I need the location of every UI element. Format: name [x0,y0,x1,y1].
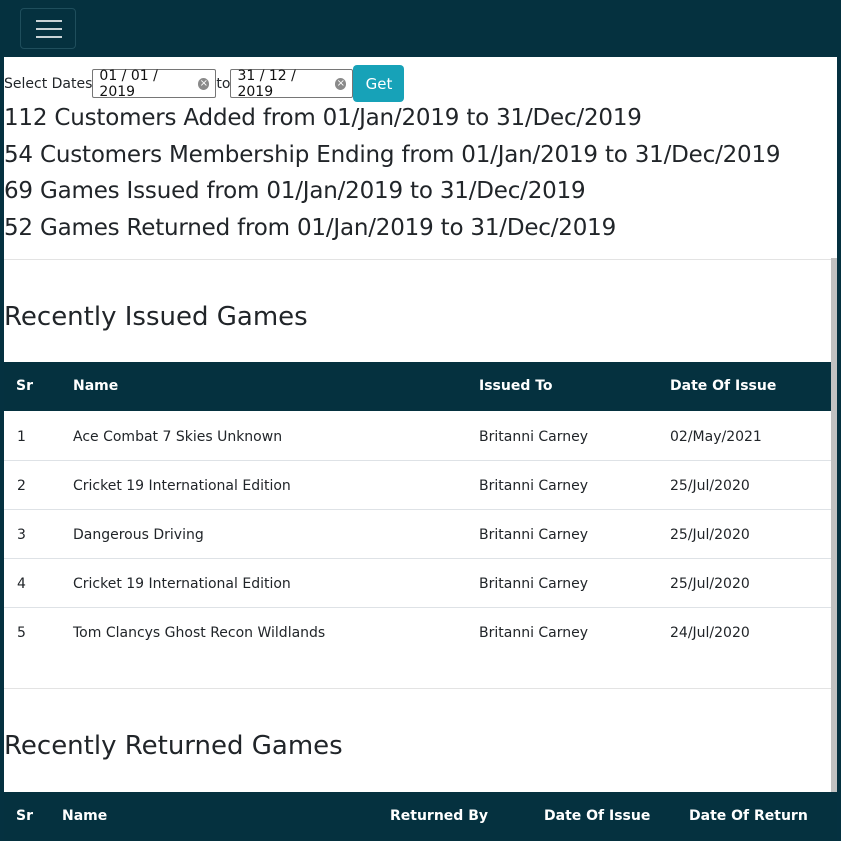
table-row: 1 Ace Combat 7 Skies Unknown Britanni Ca… [4,412,837,461]
cell-issued-to: Britanni Carney [479,478,589,494]
col-issued-to: Issued To [479,378,553,394]
from-date-value: 01 / 01 / 2019 [99,67,158,100]
cell-issued-to: Britanni Carney [479,576,589,592]
main-content: Select Dates 01 / 01 / 2019 × to 31 / 12… [4,57,837,841]
cell-date: 25/Jul/2020 [670,576,750,592]
col-date-of-return: Date Of Return [689,808,808,824]
get-button[interactable]: Get [353,65,405,102]
select-dates-label: Select Dates [4,75,93,92]
menu-icon [36,28,62,30]
col-name: Name [62,808,108,824]
top-navbar [0,0,841,57]
returned-section-title: Recently Returned Games [4,731,343,761]
issued-table-header: Sr Name Issued To Date Of Issue [4,362,837,411]
stat-membership-ending: 54 Customers Membership Ending from 01/J… [4,142,781,168]
cell-sr: 5 [17,625,26,641]
cell-name: Tom Clancys Ghost Recon Wildlands [73,625,326,641]
cell-issued-to: Britanni Carney [479,429,589,445]
stat-games-issued: 69 Games Issued from 01/Jan/2019 to 31/D… [4,178,586,204]
cell-sr: 2 [17,478,26,494]
cell-name: Ace Combat 7 Skies Unknown [73,429,283,445]
table-row: 5 Tom Clancys Ghost Recon Wildlands Brit… [4,608,837,657]
date-filter: Select Dates 01 / 01 / 2019 × to 31 / 12… [4,65,405,102]
cell-date: 02/May/2021 [670,429,762,445]
divider [4,688,837,689]
divider [4,259,837,260]
cell-issued-to: Britanni Carney [479,527,589,543]
menu-icon [36,20,62,22]
issued-section-title: Recently Issued Games [4,302,308,332]
to-date-value: 31 / 12 / 2019 [237,67,296,100]
stat-games-returned: 52 Games Returned from 01/Jan/2019 to 31… [4,215,617,241]
col-returned-by: Returned By [390,808,488,824]
cell-name: Cricket 19 International Edition [73,576,291,592]
cell-sr: 1 [17,429,26,445]
cell-name: Dangerous Driving [73,527,204,543]
stat-customers-added: 112 Customers Added from 01/Jan/2019 to … [4,105,642,131]
table-row: 2 Cricket 19 International Edition Brita… [4,461,837,510]
cell-date: 25/Jul/2020 [670,478,750,494]
col-date-of-issue: Date Of Issue [670,378,777,394]
clear-icon[interactable]: × [335,77,347,90]
cell-issued-to: Britanni Carney [479,625,589,641]
col-name: Name [73,378,119,394]
clear-icon[interactable]: × [198,77,210,90]
table-row: 4 Cricket 19 International Edition Brita… [4,559,837,608]
menu-icon [36,36,62,38]
cell-sr: 4 [17,576,26,592]
from-date-input[interactable]: 01 / 01 / 2019 × [92,67,217,100]
cell-date: 25/Jul/2020 [670,527,750,543]
cell-date: 24/Jul/2020 [670,625,750,641]
cell-sr: 3 [17,527,26,543]
to-label: to [216,75,231,92]
cell-name: Cricket 19 International Edition [73,478,291,494]
table-row: 3 Dangerous Driving Britanni Carney 25/J… [4,510,837,559]
col-sr: Sr [16,378,33,394]
menu-toggle-button[interactable] [20,8,76,49]
scrollbar[interactable] [831,258,837,792]
col-date-of-issue: Date Of Issue [544,808,651,824]
col-sr: Sr [16,808,33,824]
to-date-input[interactable]: 31 / 12 / 2019 × [230,67,354,100]
returned-table-header: Sr Name Returned By Date Of Issue Date O… [4,792,837,841]
